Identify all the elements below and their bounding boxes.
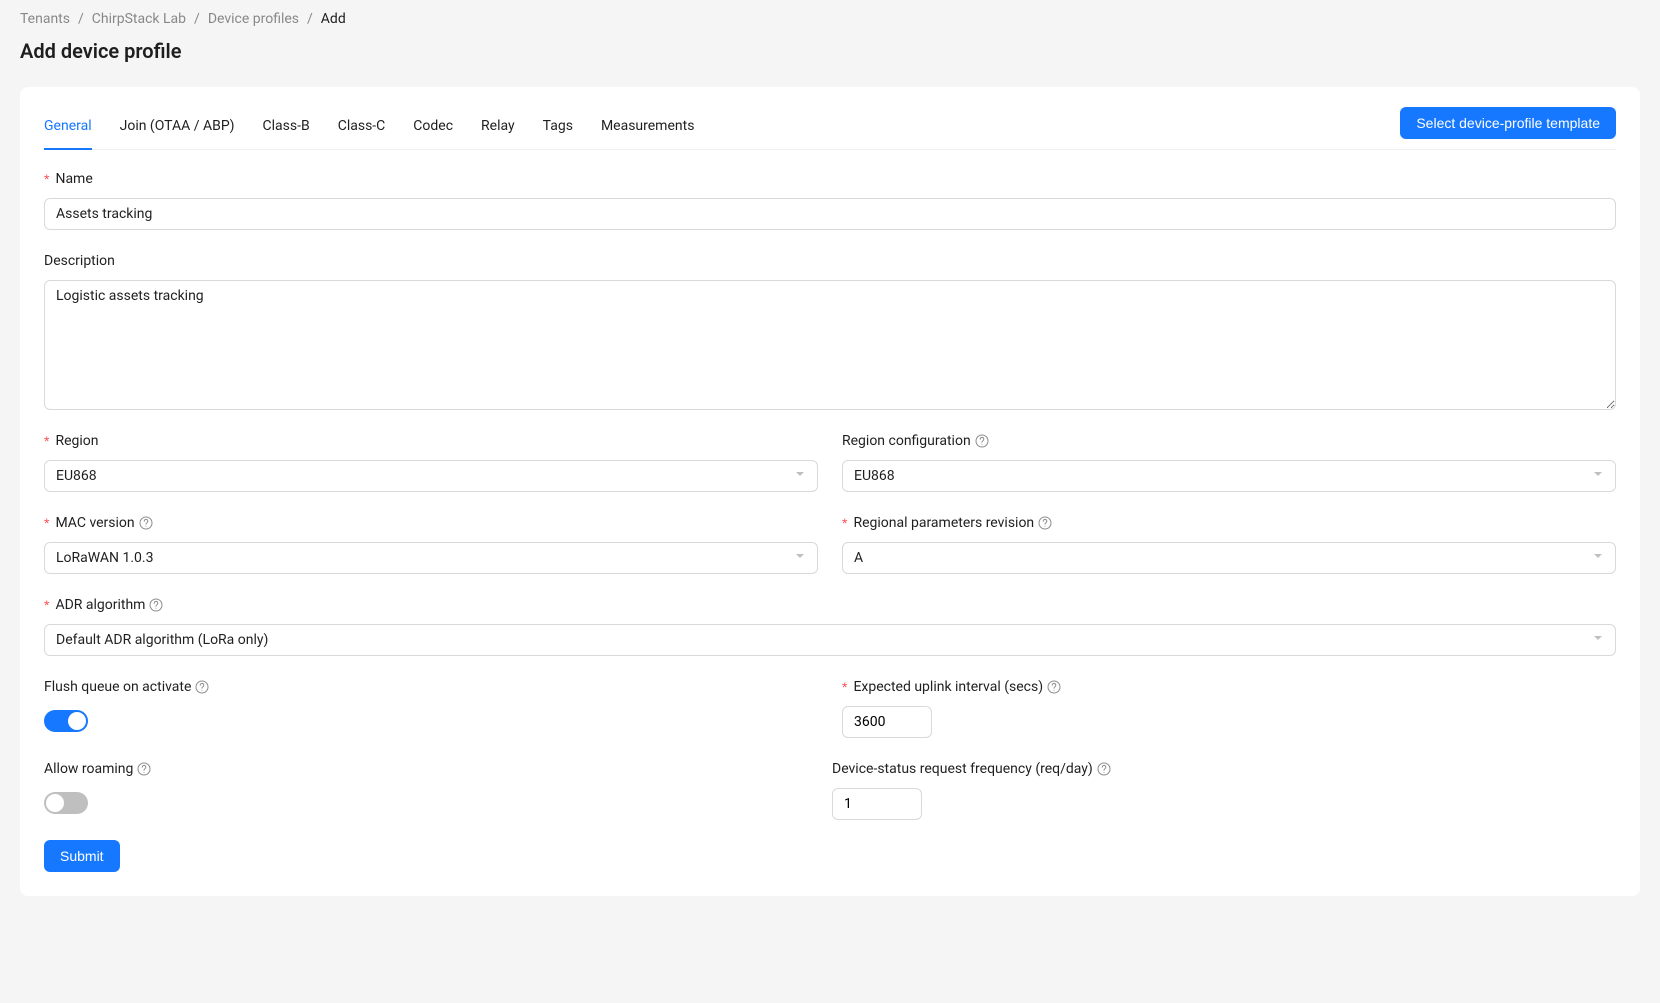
tab-class-b[interactable]: Class-B xyxy=(263,105,310,149)
breadcrumb-separator: / xyxy=(194,8,200,30)
uplink-interval-input[interactable] xyxy=(842,706,932,738)
adr-algorithm-select-value: Default ADR algorithm (LoRa only) xyxy=(56,629,268,651)
uplink-interval-label: *Expected uplink interval (secs) xyxy=(842,676,1616,698)
regional-params-select-value: A xyxy=(854,547,863,569)
adr-algorithm-select[interactable]: Default ADR algorithm (LoRa only) xyxy=(44,624,1616,656)
flush-queue-label: Flush queue on activate xyxy=(44,676,818,698)
mac-version-label: *MAC version xyxy=(44,512,818,534)
help-icon xyxy=(139,516,153,530)
tab-tags[interactable]: Tags xyxy=(543,105,573,149)
chevron-down-icon xyxy=(794,549,806,568)
regional-params-label: *Regional parameters revision xyxy=(842,512,1616,534)
tab-measurements[interactable]: Measurements xyxy=(601,105,694,149)
allow-roaming-switch[interactable] xyxy=(44,792,88,814)
region-label: *Region xyxy=(44,430,818,452)
help-icon xyxy=(195,680,209,694)
help-icon xyxy=(975,434,989,448)
breadcrumb-current: Add xyxy=(321,8,346,30)
description-textarea[interactable]: Logistic assets tracking xyxy=(44,280,1616,410)
name-label: *Name xyxy=(44,168,1616,190)
tab-relay[interactable]: Relay xyxy=(481,105,515,149)
mac-version-select-value: LoRaWAN 1.0.3 xyxy=(56,547,153,569)
page-title: Add device profile xyxy=(20,36,1640,67)
flush-queue-switch[interactable] xyxy=(44,710,88,732)
select-template-button[interactable]: Select device-profile template xyxy=(1400,107,1616,139)
region-config-select[interactable]: EU868 xyxy=(842,460,1616,492)
region-select-value: EU868 xyxy=(56,465,97,487)
region-config-select-value: EU868 xyxy=(854,465,895,487)
region-config-label: Region configuration xyxy=(842,430,1616,452)
chevron-down-icon xyxy=(1592,631,1604,650)
breadcrumb-separator: / xyxy=(78,8,84,30)
device-status-freq-input[interactable] xyxy=(832,788,922,820)
submit-button[interactable]: Submit xyxy=(44,840,120,872)
region-select[interactable]: EU868 xyxy=(44,460,818,492)
form-card: General Join (OTAA / ABP) Class-B Class-… xyxy=(20,87,1640,896)
device-status-freq-label: Device-status request frequency (req/day… xyxy=(832,758,1616,780)
chevron-down-icon xyxy=(1592,549,1604,568)
chevron-down-icon xyxy=(794,467,806,486)
tab-codec[interactable]: Codec xyxy=(413,105,453,149)
name-input[interactable] xyxy=(44,198,1616,230)
regional-params-select[interactable]: A xyxy=(842,542,1616,574)
help-icon xyxy=(1097,762,1111,776)
tab-join[interactable]: Join (OTAA / ABP) xyxy=(120,105,235,149)
breadcrumb-separator: / xyxy=(307,8,313,30)
help-icon xyxy=(1038,516,1052,530)
adr-algorithm-label: *ADR algorithm xyxy=(44,594,1616,616)
tab-general[interactable]: General xyxy=(44,105,92,149)
mac-version-select[interactable]: LoRaWAN 1.0.3 xyxy=(44,542,818,574)
tab-class-c[interactable]: Class-C xyxy=(338,105,386,149)
breadcrumb-device-profiles[interactable]: Device profiles xyxy=(208,8,299,30)
help-icon xyxy=(1047,680,1061,694)
chevron-down-icon xyxy=(1592,467,1604,486)
description-label: Description xyxy=(44,250,1616,272)
breadcrumb-tenants[interactable]: Tenants xyxy=(20,8,70,30)
breadcrumb: Tenants / ChirpStack Lab / Device profil… xyxy=(20,8,1640,30)
breadcrumb-tenant-name[interactable]: ChirpStack Lab xyxy=(92,8,186,30)
help-icon xyxy=(149,598,163,612)
tabs: General Join (OTAA / ABP) Class-B Class-… xyxy=(44,105,694,149)
allow-roaming-label: Allow roaming xyxy=(44,758,818,780)
help-icon xyxy=(137,762,151,776)
